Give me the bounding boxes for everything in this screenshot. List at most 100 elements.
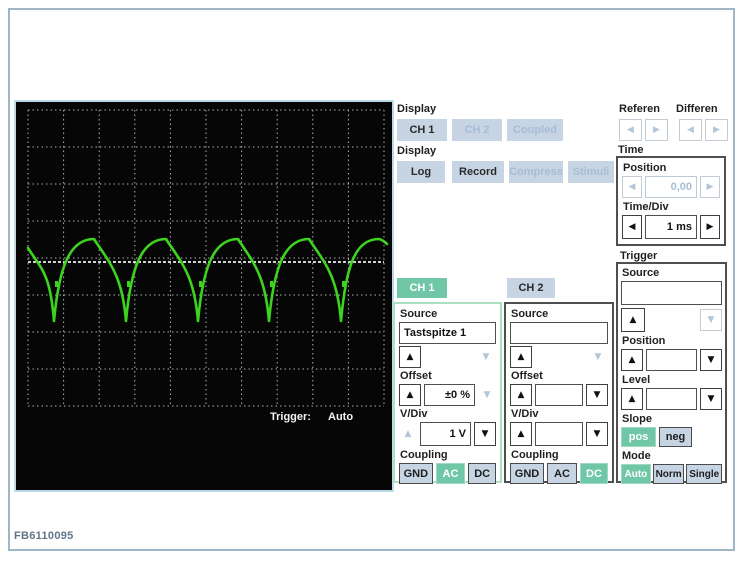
- trigger-slope-pos-button[interactable]: pos: [621, 427, 656, 447]
- trigger-status-value: Auto: [328, 411, 354, 423]
- right-arrow-icon: ▶: [706, 221, 714, 232]
- right-arrow-icon: ▶: [653, 124, 660, 135]
- ch2-offset-increase-button[interactable]: ▲: [510, 384, 532, 406]
- reference-next-button[interactable]: ▶: [645, 119, 668, 141]
- ch2-coupling-dc-button[interactable]: DC: [580, 463, 608, 484]
- display-modes-label: Display: [397, 145, 437, 157]
- ch1-source-label: Source: [400, 308, 438, 320]
- trigger-slope-neg-button[interactable]: neg: [659, 427, 692, 447]
- ch1-source-up-button[interactable]: ▲: [399, 346, 421, 368]
- ch2-vdiv-field[interactable]: [535, 422, 583, 446]
- up-arrow-icon: ▲: [406, 351, 414, 362]
- ch1-vdiv-field[interactable]: [420, 422, 471, 446]
- time-position-field[interactable]: [645, 176, 697, 198]
- trigger-status-label: Trigger:: [270, 411, 311, 423]
- ch1-offset-label: Offset: [400, 370, 432, 382]
- difference-next-button[interactable]: ▶: [705, 119, 728, 141]
- up-arrow-icon: ▲: [517, 428, 525, 439]
- ch1-vdiv-decrease-button[interactable]: ▼: [474, 422, 496, 446]
- ch2-offset-decrease-button[interactable]: ▼: [586, 384, 608, 406]
- up-arrow-icon: ▲: [629, 314, 637, 325]
- up-arrow-icon: ▲: [404, 428, 412, 439]
- trigger-position-field[interactable]: [646, 349, 697, 371]
- trigger-position-increase-button[interactable]: ▲: [621, 349, 643, 371]
- down-arrow-icon: ▼: [593, 389, 601, 400]
- up-arrow-icon: ▲: [517, 351, 525, 362]
- trigger-mode-norm-button[interactable]: Norm: [652, 464, 685, 484]
- time-div-label: Time/Div: [623, 201, 669, 213]
- time-position-label: Position: [623, 162, 667, 174]
- ch2-select-button[interactable]: CH 2: [507, 278, 555, 298]
- time-position-decrease-button[interactable]: ◀: [622, 176, 642, 198]
- ch2-coupling-gnd-button[interactable]: GND: [510, 463, 544, 484]
- display-ch1-button[interactable]: CH 1: [397, 119, 447, 141]
- reference-label: Referen: [619, 103, 660, 115]
- trigger-mode-label: Mode: [622, 450, 651, 462]
- up-arrow-icon: ▲: [406, 389, 414, 400]
- trigger-position-label: Position: [622, 335, 666, 347]
- ch1-vdiv-increase-button[interactable]: ▲: [399, 424, 417, 444]
- trigger-level-increase-button[interactable]: ▲: [621, 388, 643, 410]
- trigger-source-up-button[interactable]: ▲: [621, 308, 645, 332]
- difference-prev-button[interactable]: ◀: [679, 119, 702, 141]
- ch1-source-field[interactable]: [399, 322, 496, 344]
- ch1-panel: Source ▲ ▼ Offset ▲ ▼ V/Div ▲ ▼ Coupling…: [393, 302, 502, 484]
- reference-prev-button[interactable]: ◀: [619, 119, 642, 141]
- trigger-mode-single-button[interactable]: Single: [686, 464, 722, 484]
- display-coupled-button[interactable]: Coupled: [507, 119, 563, 141]
- ch1-offset-field[interactable]: [424, 384, 475, 406]
- ch2-vdiv-decrease-button[interactable]: ▼: [586, 422, 608, 446]
- ch2-vdiv-label: V/Div: [511, 408, 539, 420]
- down-arrow-icon: ▼: [594, 351, 602, 362]
- ch1-select-button[interactable]: CH 1: [397, 278, 447, 298]
- scope-waveform-canvas: [26, 109, 389, 407]
- ch2-source-field[interactable]: [510, 322, 608, 344]
- down-arrow-icon: ▼: [482, 351, 490, 362]
- trigger-panel: Source ▲ ▼ Position ▲ ▼ Level ▲ ▼ Slope …: [616, 262, 727, 484]
- right-arrow-icon: ▶: [713, 124, 720, 135]
- log-button[interactable]: Log: [397, 161, 445, 183]
- ch2-vdiv-increase-button[interactable]: ▲: [510, 422, 532, 446]
- trigger-level-decrease-button[interactable]: ▼: [700, 388, 722, 410]
- stimuli-button[interactable]: Stimuli: [568, 161, 614, 183]
- record-button[interactable]: Record: [452, 161, 504, 183]
- time-label: Time: [618, 144, 644, 156]
- compress-button[interactable]: Compress: [509, 161, 563, 183]
- ch1-source-down-button[interactable]: ▼: [476, 347, 496, 367]
- left-arrow-icon: ◀: [628, 181, 636, 192]
- ch2-offset-field[interactable]: [535, 384, 583, 406]
- scope-screen: Trigger: Auto: [14, 100, 394, 492]
- left-arrow-icon: ◀: [627, 124, 634, 135]
- down-arrow-icon: ▼: [707, 354, 715, 365]
- ch2-panel: Source ▲ ▼ Offset ▲ ▼ V/Div ▲ ▼ Coupling…: [504, 302, 614, 484]
- trigger-source-field[interactable]: [621, 281, 722, 305]
- up-arrow-icon: ▲: [628, 393, 636, 404]
- time-panel: Position ◀ ▶ Time/Div ◀ ▶: [616, 156, 726, 246]
- ch2-coupling-ac-button[interactable]: AC: [547, 463, 577, 484]
- trigger-source-down-button[interactable]: ▼: [700, 309, 722, 331]
- time-position-increase-button[interactable]: ▶: [700, 176, 720, 198]
- ch1-coupling-ac-button[interactable]: AC: [435, 463, 466, 484]
- time-div-increase-button[interactable]: ▶: [700, 215, 720, 239]
- time-div-field[interactable]: [645, 215, 697, 239]
- left-arrow-icon: ◀: [628, 221, 636, 232]
- trigger-mode-auto-button[interactable]: Auto: [621, 464, 651, 484]
- ch1-vdiv-label: V/Div: [400, 408, 428, 420]
- display-ch2-button[interactable]: CH 2: [452, 119, 502, 141]
- ch1-coupling-dc-button[interactable]: DC: [468, 463, 496, 484]
- ch1-coupling-gnd-button[interactable]: GND: [399, 463, 433, 484]
- ch2-source-down-button[interactable]: ▼: [588, 347, 608, 367]
- down-arrow-icon: ▼: [707, 393, 715, 404]
- ch2-source-label: Source: [511, 308, 549, 320]
- ch2-source-up-button[interactable]: ▲: [510, 346, 532, 368]
- trigger-level-field[interactable]: [646, 388, 697, 410]
- ch2-offset-label: Offset: [511, 370, 543, 382]
- ch2-coupling-label: Coupling: [511, 449, 559, 461]
- trigger-source-label: Source: [622, 267, 660, 279]
- difference-label: Differen: [676, 103, 718, 115]
- time-div-decrease-button[interactable]: ◀: [622, 215, 642, 239]
- down-arrow-icon: ▼: [707, 314, 715, 325]
- trigger-position-decrease-button[interactable]: ▼: [700, 349, 722, 371]
- ch1-offset-increase-button[interactable]: ▲: [399, 384, 421, 406]
- ch1-offset-decrease-button[interactable]: ▼: [478, 385, 496, 405]
